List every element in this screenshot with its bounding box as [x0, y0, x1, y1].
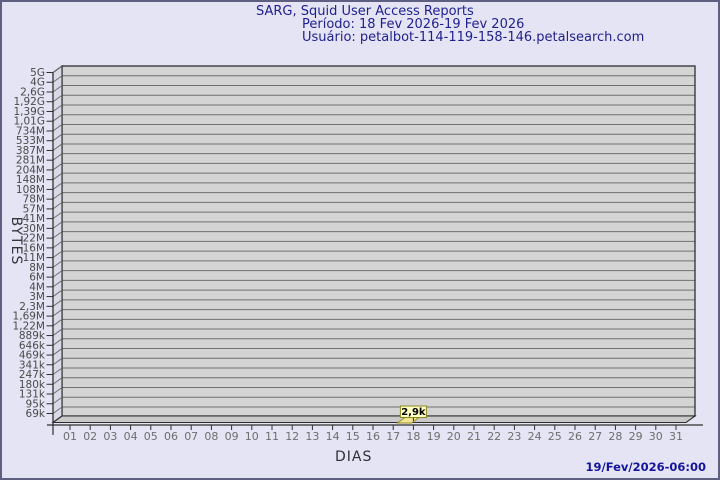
x-tick-label: 24	[528, 430, 542, 443]
x-tick-label: 27	[588, 430, 602, 443]
x-tick-label: 28	[608, 430, 622, 443]
x-tick-label: 12	[285, 430, 299, 443]
x-tick-label: 23	[507, 430, 521, 443]
x-tick-label: 17	[386, 430, 400, 443]
x-tick-label: 31	[669, 430, 683, 443]
x-tick-label: 09	[225, 430, 239, 443]
x-tick-label: 16	[366, 430, 380, 443]
x-tick-label: 20	[447, 430, 461, 443]
x-tick-label: 02	[83, 430, 97, 443]
x-tick-label: 30	[649, 430, 663, 443]
x-tick-label: 04	[124, 430, 138, 443]
plot-floor	[51, 415, 697, 424]
x-tick-label: 13	[305, 430, 319, 443]
generation-timestamp: 19/Fev/2026-06:00	[585, 460, 706, 474]
x-tick-label: 05	[144, 430, 158, 443]
x-tick-label: 19	[427, 430, 441, 443]
x-tick-label: 07	[184, 430, 198, 443]
x-tick-label: 21	[467, 430, 481, 443]
x-tick-label: 18	[406, 430, 420, 443]
x-tick-label: 14	[326, 430, 340, 443]
x-tick-label: 01	[63, 430, 77, 443]
x-tick-label: 25	[548, 430, 562, 443]
chart-plot-area: 5G4G2,6G1,92G1,39G1,01G734M533M387M281M2…	[13, 64, 703, 443]
x-tick-label: 10	[245, 430, 259, 443]
y-tick-label: 69k	[26, 408, 46, 420]
x-tick-label: 03	[103, 430, 117, 443]
x-tick-label: 08	[204, 430, 218, 443]
value-label: 2,9k	[401, 407, 426, 418]
x-tick-label: 29	[629, 430, 643, 443]
x-tick-label: 06	[164, 430, 178, 443]
x-axis-title: DIAS	[335, 449, 373, 465]
x-tick-label: 15	[346, 430, 360, 443]
x-tick-label: 26	[568, 430, 582, 443]
x-tick-label: 11	[265, 430, 279, 443]
sarg-report-image: SARG, Squid User Access Reports Período:…	[0, 0, 720, 480]
x-tick-label: 22	[487, 430, 501, 443]
